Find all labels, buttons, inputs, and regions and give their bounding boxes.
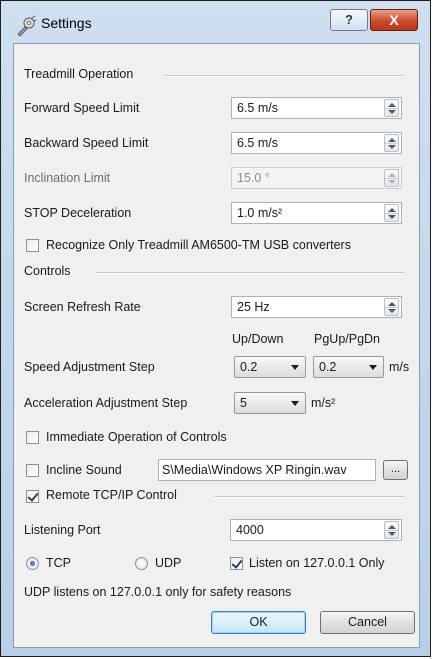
refresh-rate-value: 25 Hz xyxy=(237,300,270,314)
chevron-down-icon xyxy=(291,365,299,370)
help-button[interactable]: ? xyxy=(330,9,368,31)
accel-unit-label: m/s² xyxy=(311,396,336,410)
udp-label[interactable]: UDP xyxy=(155,556,181,570)
tcp-radio[interactable] xyxy=(26,557,39,570)
stop-deceleration-value: 1.0 m/s² xyxy=(237,206,283,220)
refresh-rate-spinbox[interactable]: 25 Hz xyxy=(231,296,402,318)
accel-step-value: 5 xyxy=(240,396,247,410)
window-title: Settings xyxy=(41,15,92,31)
remote-group-label[interactable]: Remote TCP/IP Control xyxy=(46,488,181,502)
speed-step-updown-value: 0.2 xyxy=(240,360,258,374)
backward-speed-label: Backward Speed Limit xyxy=(24,136,149,150)
backward-speed-value: 6.5 m/s xyxy=(237,136,278,150)
ok-button[interactable]: OK xyxy=(211,611,306,634)
updown-column-label: Up/Down xyxy=(232,332,284,346)
app-icon xyxy=(17,15,37,37)
backward-speed-spinbox[interactable]: 6.5 m/s xyxy=(231,132,402,154)
controls-group-label: Controls xyxy=(24,264,75,278)
treadmill-group-label: Treadmill Operation xyxy=(24,67,138,81)
spin-arrows-icon[interactable] xyxy=(384,134,399,152)
spin-arrows-icon[interactable] xyxy=(384,298,399,316)
immediate-operation-label[interactable]: Immediate Operation of Controls xyxy=(46,430,227,444)
browse-button[interactable]: ... xyxy=(383,460,408,480)
tcp-label[interactable]: TCP xyxy=(46,556,71,570)
speed-step-pg-value: 0.2 xyxy=(319,360,337,374)
chevron-down-icon xyxy=(291,401,299,406)
recognize-converters-checkbox[interactable] xyxy=(26,239,39,252)
speed-unit-label: m/s xyxy=(389,360,410,374)
udp-safety-note: UDP listens on 127.0.0.1 only for safety… xyxy=(24,585,292,599)
title-bar[interactable]: Settings ? X xyxy=(1,1,432,43)
inclination-limit-value: 15.0 ° xyxy=(237,171,270,185)
listening-port-value: 4000 xyxy=(236,523,264,537)
remote-control-checkbox[interactable] xyxy=(26,490,39,503)
forward-speed-label: Forward Speed Limit xyxy=(24,101,140,115)
group-divider xyxy=(96,272,404,274)
inclination-limit-label: Inclination Limit xyxy=(24,171,111,185)
spin-arrows-icon[interactable] xyxy=(384,521,399,539)
incline-sound-path-value: S\Media\Windows XP Ringin.wav xyxy=(162,463,347,477)
dialog-body: Treadmill Operation Forward Speed Limit … xyxy=(13,43,420,648)
forward-speed-value: 6.5 m/s xyxy=(237,101,278,115)
listening-port-label: Listening Port xyxy=(24,523,101,537)
accel-step-label: Acceleration Adjustment Step xyxy=(24,396,188,410)
incline-sound-path-field[interactable]: S\Media\Windows XP Ringin.wav xyxy=(158,459,376,481)
group-divider xyxy=(164,75,404,77)
incline-sound-label[interactable]: Incline Sound xyxy=(46,463,122,477)
chevron-down-icon xyxy=(369,365,377,370)
speed-step-updown-combo[interactable]: 0.2 xyxy=(234,356,306,378)
listening-port-spinbox[interactable]: 4000 xyxy=(230,519,402,541)
group-divider xyxy=(214,496,404,498)
cancel-button[interactable]: Cancel xyxy=(320,611,415,634)
forward-speed-spinbox[interactable]: 6.5 m/s xyxy=(231,97,402,119)
stop-deceleration-label: STOP Deceleration xyxy=(24,206,132,220)
recognize-converters-label[interactable]: Recognize Only Treadmill AM6500-TM USB c… xyxy=(46,238,351,252)
udp-radio[interactable] xyxy=(135,557,148,570)
pgupdn-column-label: PgUp/PgDn xyxy=(314,332,381,346)
localhost-only-checkbox[interactable] xyxy=(230,557,243,570)
immediate-operation-checkbox[interactable] xyxy=(26,431,39,444)
spin-arrows-icon[interactable] xyxy=(384,99,399,117)
close-button[interactable]: X xyxy=(370,9,418,31)
speed-step-pg-combo[interactable]: 0.2 xyxy=(313,356,384,378)
localhost-only-label[interactable]: Listen on 127.0.0.1 Only xyxy=(249,556,385,570)
settings-window: Settings ? X Treadmill Operation Forward… xyxy=(0,0,431,657)
spin-arrows-icon xyxy=(384,169,399,187)
speed-step-label: Speed Adjustment Step xyxy=(24,360,155,374)
stop-deceleration-spinbox[interactable]: 1.0 m/s² xyxy=(231,202,402,224)
refresh-rate-label: Screen Refresh Rate xyxy=(24,300,141,314)
spin-arrows-icon[interactable] xyxy=(384,204,399,222)
inclination-limit-spinbox: 15.0 ° xyxy=(231,167,402,189)
incline-sound-checkbox[interactable] xyxy=(26,464,39,477)
accel-step-combo[interactable]: 5 xyxy=(234,392,306,414)
